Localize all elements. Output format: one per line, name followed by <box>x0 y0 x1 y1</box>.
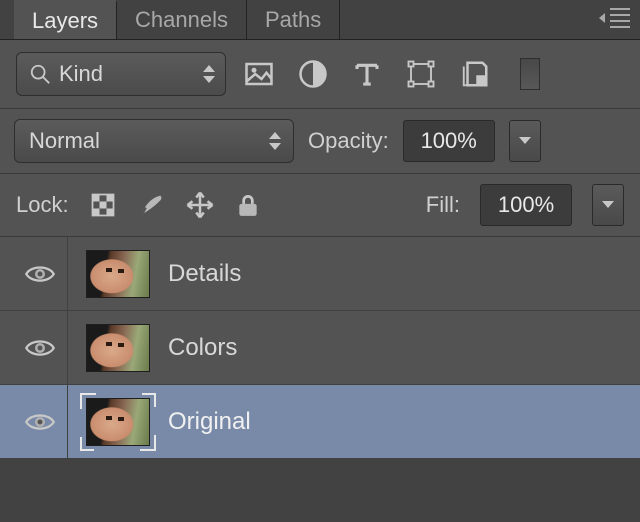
eye-icon <box>25 263 55 285</box>
opacity-label[interactable]: Opacity: <box>308 128 389 154</box>
blend-mode-value: Normal <box>29 128 100 154</box>
opacity-value-field[interactable]: 100% <box>403 120 495 162</box>
lock-pixels-icon[interactable] <box>137 191 165 219</box>
tab-paths[interactable]: Paths <box>247 0 340 39</box>
lock-transparency-icon[interactable] <box>89 191 117 219</box>
search-icon <box>29 63 51 85</box>
pixel-layer-filter-icon[interactable] <box>244 59 274 89</box>
tab-layers[interactable]: Layers <box>14 0 117 39</box>
layer-thumbnail[interactable] <box>82 395 154 449</box>
layer-filter-row: Kind <box>0 40 640 109</box>
panel-menu-button[interactable] <box>602 8 630 28</box>
lock-label: Lock: <box>16 192 69 218</box>
layer-thumbnail[interactable] <box>82 247 154 301</box>
kind-label: Kind <box>59 61 103 87</box>
lock-position-icon[interactable] <box>185 190 215 220</box>
filter-toggle-switch[interactable] <box>520 58 540 90</box>
fill-slider-button[interactable] <box>592 184 624 226</box>
adjustment-layer-filter-icon[interactable] <box>298 59 328 89</box>
visibility-toggle[interactable] <box>12 385 68 458</box>
panel-tabbar: Layers Channels Paths <box>0 0 640 40</box>
shape-layer-filter-icon[interactable] <box>406 59 436 89</box>
layer-row[interactable]: Colors <box>0 311 640 385</box>
layer-row[interactable]: Details <box>0 237 640 311</box>
filter-type-icons <box>244 58 540 90</box>
lock-all-icon[interactable] <box>235 191 261 219</box>
fill-label[interactable]: Fill: <box>426 192 460 218</box>
type-layer-filter-icon[interactable] <box>352 59 382 89</box>
blend-mode-dropdown[interactable]: Normal <box>14 119 294 163</box>
layer-row[interactable]: Original <box>0 385 640 459</box>
eye-icon <box>25 411 55 433</box>
blend-options-row: Normal Opacity: 100% <box>0 109 640 174</box>
visibility-toggle[interactable] <box>12 237 68 310</box>
layer-name-label[interactable]: Original <box>168 408 251 436</box>
tab-channels[interactable]: Channels <box>117 0 247 39</box>
visibility-toggle[interactable] <box>12 311 68 384</box>
opacity-slider-button[interactable] <box>509 120 541 162</box>
fill-value-field[interactable]: 100% <box>480 184 572 226</box>
layer-name-label[interactable]: Details <box>168 260 241 288</box>
layer-thumbnail[interactable] <box>82 321 154 375</box>
layer-list: Details Colors <box>0 237 640 459</box>
smartobject-layer-filter-icon[interactable] <box>460 59 490 89</box>
layer-name-label[interactable]: Colors <box>168 334 237 362</box>
filter-kind-dropdown[interactable]: Kind <box>16 52 226 96</box>
eye-icon <box>25 337 55 359</box>
lock-row: Lock: Fill: 100% <box>0 174 640 237</box>
